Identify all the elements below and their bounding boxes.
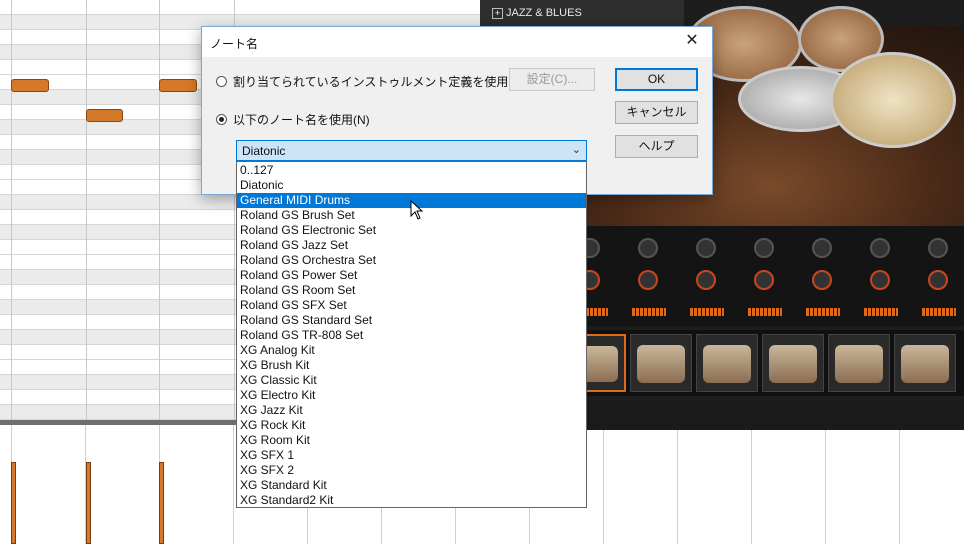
cancel-button[interactable]: キャンセル <box>615 101 698 124</box>
dropdown-option[interactable]: XG SFX 2 <box>237 463 586 478</box>
beat-line <box>86 0 87 420</box>
combobox-value: Diatonic <box>242 144 286 158</box>
beat-line <box>899 425 900 544</box>
dropdown-option[interactable]: XG Room Kit <box>237 433 586 448</box>
beat-line <box>751 425 752 544</box>
knob[interactable] <box>638 270 658 290</box>
dropdown-option[interactable]: Roland GS Electronic Set <box>237 223 586 238</box>
mouse-pointer-icon <box>410 200 424 220</box>
dropdown-option[interactable]: Diatonic <box>237 178 586 193</box>
dropdown-option[interactable]: Roland GS SFX Set <box>237 298 586 313</box>
midi-note[interactable] <box>86 109 123 122</box>
dropdown-option[interactable]: XG Standard2 Kit <box>237 493 586 507</box>
dropdown-option[interactable]: XG Jazz Kit <box>237 403 586 418</box>
drum-thumbnail <box>901 345 949 383</box>
level-meter <box>864 308 898 316</box>
knob[interactable] <box>812 270 832 290</box>
help-button[interactable]: ヘルプ <box>615 135 698 158</box>
kit-group-label: JAZZ & BLUES <box>506 7 582 19</box>
velocity-bar[interactable] <box>86 462 91 544</box>
plus-box-icon[interactable]: + <box>492 8 503 19</box>
level-meter <box>632 308 666 316</box>
dropdown-option[interactable]: Roland GS Orchestra Set <box>237 253 586 268</box>
knob[interactable] <box>870 270 890 290</box>
drum-pad[interactable] <box>630 334 692 392</box>
dropdown-option[interactable]: Roland GS Power Set <box>237 268 586 283</box>
dropdown-option[interactable]: XG Standard Kit <box>237 478 586 493</box>
beat-line <box>233 425 234 544</box>
radio-button[interactable] <box>216 75 227 87</box>
beat-line <box>825 425 826 544</box>
kit-list-item[interactable]: + JAZZ & BLUES <box>480 0 684 26</box>
chevron-down-icon[interactable]: ⌄ <box>572 143 581 156</box>
knob[interactable] <box>870 238 890 258</box>
velocity-bar[interactable] <box>11 462 16 544</box>
knob[interactable] <box>928 270 948 290</box>
dropdown-option[interactable]: XG SFX 1 <box>237 448 586 463</box>
drum-pad[interactable] <box>894 334 956 392</box>
dialog-title: ノート名 <box>210 37 259 51</box>
note-names-combobox[interactable]: Diatonic ⌄ <box>236 140 587 161</box>
dropdown-option[interactable]: Roland GS Room Set <box>237 283 586 298</box>
close-icon[interactable]: ✕ <box>672 27 712 57</box>
plugin-footer <box>560 400 964 430</box>
level-meter <box>690 308 724 316</box>
radio-use-instrument[interactable]: 割り当てられているインストゥルメント定義を使用(U) <box>216 73 525 89</box>
beat-line <box>677 425 678 544</box>
knob[interactable] <box>754 238 774 258</box>
drum-pad[interactable] <box>828 334 890 392</box>
drum-thumbnail <box>637 345 685 383</box>
dropdown-option[interactable]: Roland GS TR-808 Set <box>237 328 586 343</box>
dropdown-option[interactable]: XG Rock Kit <box>237 418 586 433</box>
level-meter <box>922 308 956 316</box>
drum-thumbnail <box>703 345 751 383</box>
beat-line <box>159 0 160 420</box>
radio-label-note-names: 以下のノート名を使用(N) <box>233 112 370 127</box>
floor-tom <box>830 52 956 148</box>
midi-note[interactable] <box>11 79 49 92</box>
dialog-title-bar[interactable]: ノート名 ✕ <box>202 27 712 57</box>
velocity-bar[interactable] <box>159 462 164 544</box>
radio-label-instrument: 割り当てられているインストゥルメント定義を使用(U) <box>233 74 526 89</box>
dropdown-option[interactable]: XG Electro Kit <box>237 388 586 403</box>
knob[interactable] <box>928 238 948 258</box>
dropdown-option[interactable]: XG Analog Kit <box>237 343 586 358</box>
level-meter <box>806 308 840 316</box>
knob[interactable] <box>638 238 658 258</box>
level-meter <box>748 308 782 316</box>
drum-pad-strip <box>560 330 964 396</box>
beat-line <box>11 0 12 420</box>
knob[interactable] <box>812 238 832 258</box>
dropdown-option[interactable]: XG Classic Kit <box>237 373 586 388</box>
ok-button[interactable]: OK <box>615 68 698 91</box>
knob[interactable] <box>696 270 716 290</box>
drum-pad[interactable] <box>696 334 758 392</box>
radio-button-selected[interactable] <box>216 113 227 125</box>
drum-pad[interactable] <box>762 334 824 392</box>
dropdown-option[interactable]: Roland GS Standard Set <box>237 313 586 328</box>
drum-thumbnail <box>769 345 817 383</box>
dropdown-option[interactable]: 0..127 <box>237 163 586 178</box>
beat-line <box>603 425 604 544</box>
dropdown-option[interactable]: Roland GS Jazz Set <box>237 238 586 253</box>
settings-button[interactable]: 設定(C)... <box>509 68 595 91</box>
dropdown-option[interactable]: XG Brush Kit <box>237 358 586 373</box>
midi-note[interactable] <box>159 79 197 92</box>
radio-use-note-names[interactable]: 以下のノート名を使用(N) <box>216 111 370 127</box>
knob[interactable] <box>696 238 716 258</box>
knob[interactable] <box>754 270 774 290</box>
drum-thumbnail <box>835 345 883 383</box>
mixer-panel <box>560 226 964 326</box>
